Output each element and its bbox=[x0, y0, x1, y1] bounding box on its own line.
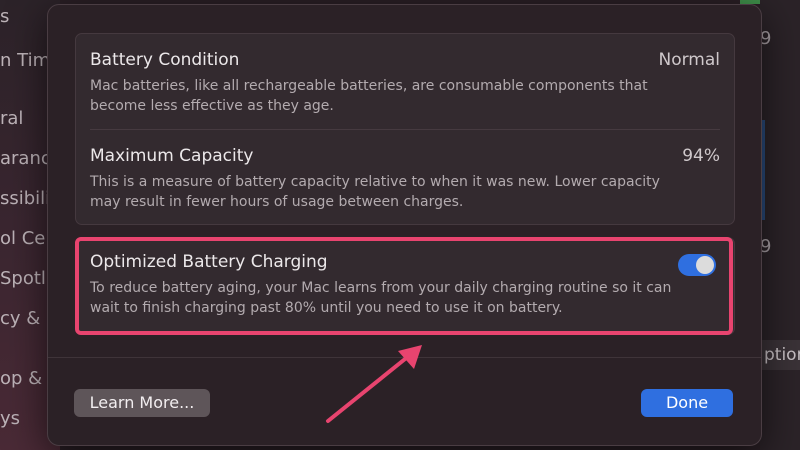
optimized-charging-title: Optimized Battery Charging bbox=[90, 252, 328, 272]
background-sidebar-item: Spotl bbox=[0, 268, 46, 289]
optimized-charging-row: Optimized Battery Charging To reduce bat… bbox=[90, 252, 720, 322]
background-sidebar-item: op & bbox=[0, 368, 43, 389]
learn-more-button[interactable]: Learn More... bbox=[74, 389, 210, 417]
optimized-charging-group: Optimized Battery Charging To reduce bat… bbox=[75, 237, 735, 335]
battery-condition-description: Mac batteries, like all rechargeable bat… bbox=[90, 78, 648, 114]
background-options-button: ption bbox=[756, 340, 800, 370]
background-sidebar-item: s bbox=[0, 6, 10, 27]
optimized-charging-toggle[interactable] bbox=[678, 254, 716, 276]
toggle-knob bbox=[696, 256, 714, 274]
maximum-capacity-value: 94% bbox=[682, 146, 720, 166]
background-sidebar-item: n Tim bbox=[0, 50, 51, 71]
background-sidebar-item: ys bbox=[0, 408, 21, 429]
background-content-panel bbox=[760, 0, 800, 450]
battery-condition-title: Battery Condition bbox=[90, 50, 240, 70]
footer-divider bbox=[48, 357, 761, 358]
battery-health-group: Battery Condition Normal Mac batteries, … bbox=[75, 33, 735, 225]
done-button[interactable]: Done bbox=[641, 389, 733, 417]
background-sidebar-item: ral bbox=[0, 108, 24, 129]
maximum-capacity-description: This is a measure of battery capacity re… bbox=[90, 174, 660, 210]
battery-condition-row: Battery Condition Normal Mac batteries, … bbox=[90, 50, 720, 130]
maximum-capacity-row: Maximum Capacity 94% This is a measure o… bbox=[90, 146, 720, 226]
background-sidebar-item: ssibili bbox=[0, 188, 51, 209]
background-accent-bar bbox=[762, 120, 765, 220]
battery-condition-value: Normal bbox=[658, 50, 720, 70]
background-sidebar-item: aranc bbox=[0, 148, 51, 169]
row-divider bbox=[90, 129, 720, 130]
background-sidebar-item: ol Ce bbox=[0, 228, 46, 249]
optimized-charging-description: To reduce battery aging, your Mac learns… bbox=[90, 280, 672, 316]
battery-info-sheet: Battery Condition Normal Mac batteries, … bbox=[47, 4, 762, 446]
maximum-capacity-title: Maximum Capacity bbox=[90, 146, 254, 166]
